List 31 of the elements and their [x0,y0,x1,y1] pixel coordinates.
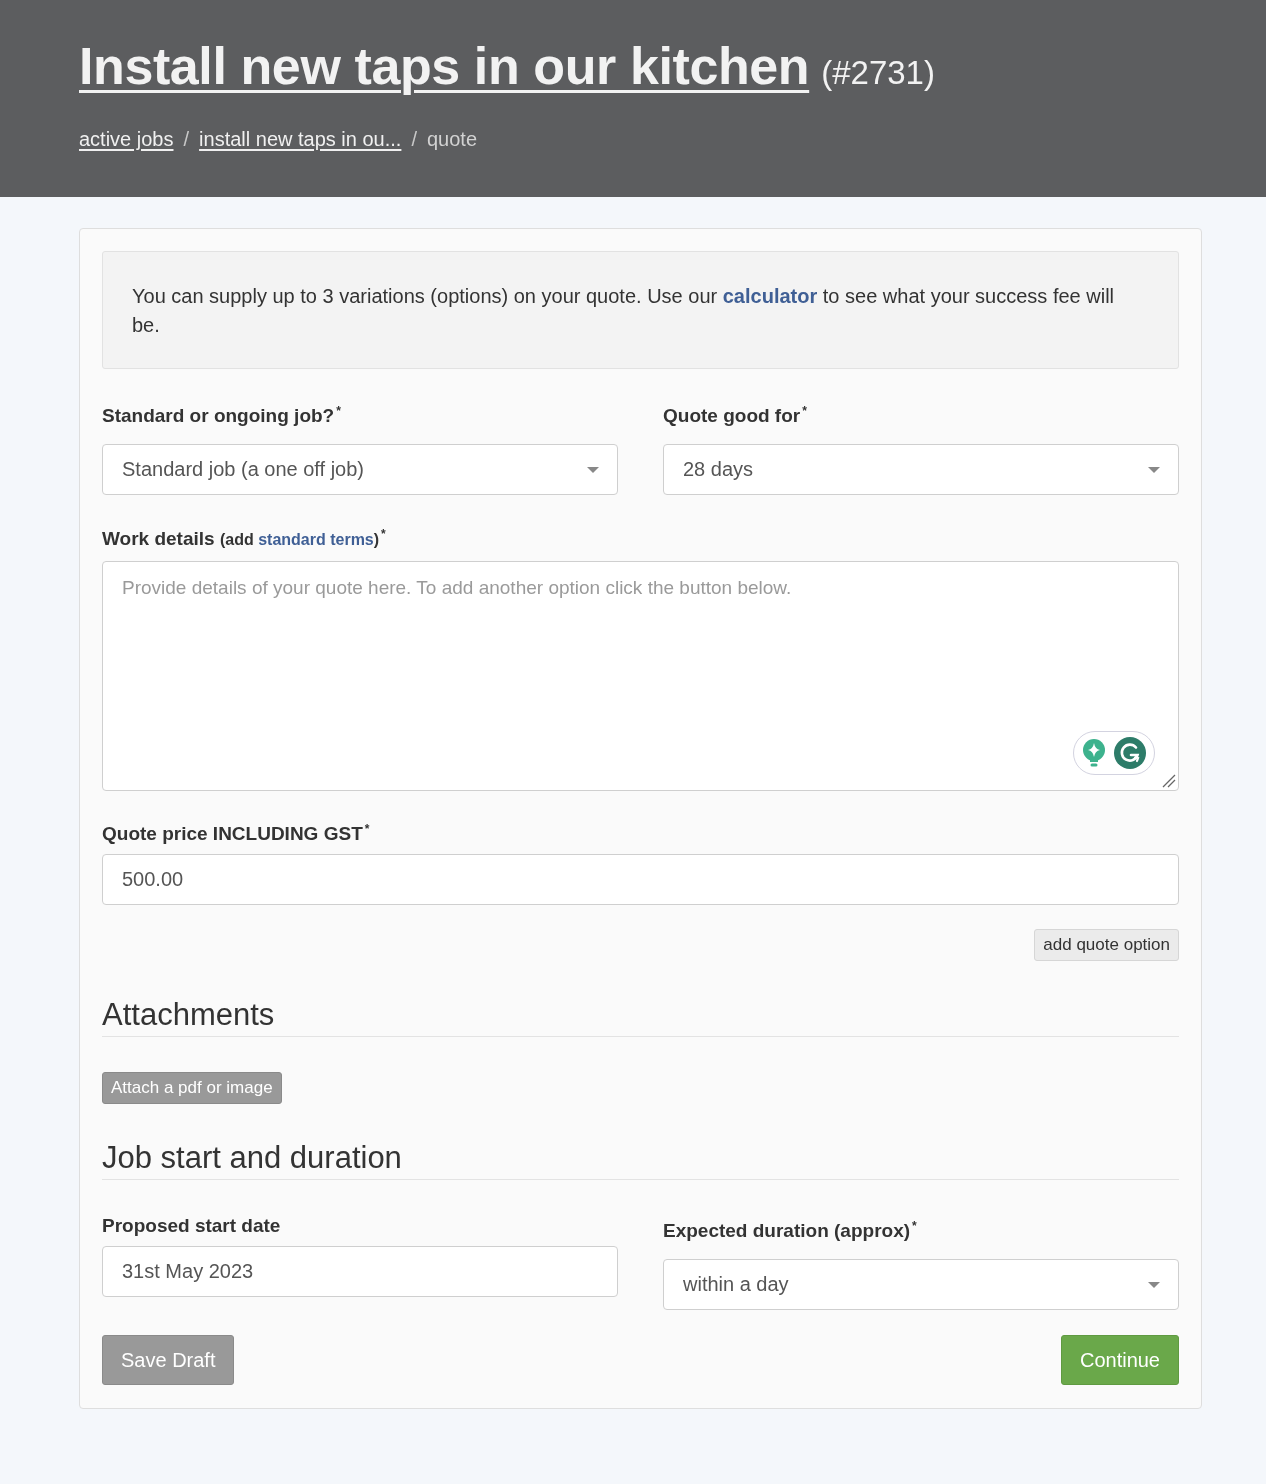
breadcrumb-separator: / [182,128,191,151]
lightbulb-icon[interactable] [1082,738,1106,767]
price-field[interactable]: 500.00 [102,854,1179,905]
job-number: (#2731) [821,54,935,92]
calculator-link[interactable]: calculator [722,285,818,307]
breadcrumb-link[interactable]: active jobs [79,128,174,151]
breadcrumb-current: quote [426,128,478,151]
field-label: Standard or ongoing job?$^{*}$ [102,403,342,429]
breadcrumb-separator: / [410,128,418,151]
resize-handle-icon[interactable] [1162,773,1176,788]
field-label: Expected duration (approx)$^{*}$ [663,1218,918,1244]
caret-icon [587,466,599,473]
notice-text: You can supply up to 3 variations (options) on your quote. Use our calculator to see what your success fee will be. [132,284,1116,338]
select-field[interactable]: Standard job (a one off job) [102,444,618,496]
g-logo-icon[interactable] [1114,736,1146,769]
field-label: Proposed start date [102,1214,282,1238]
standard-terms-link[interactable]: standard terms [258,531,374,549]
section-heading: Attachments [102,995,1179,1037]
section-heading: Job start and duration [102,1138,1179,1180]
select-field[interactable]: within a day [663,1259,1179,1311]
caret-icon [1148,466,1160,473]
breadcrumb-link[interactable]: install new taps in ou... [199,128,402,151]
date-field[interactable]: 31st May 2023 [102,1246,618,1297]
job-title-link[interactable]: Install new taps in our kitchen [79,34,810,98]
field-label: Work details (add standard terms)$^{*}$ [102,526,387,552]
caret-icon [1148,1281,1160,1288]
field-label: Quote good for$^{*}$ [663,403,808,429]
work-details-field[interactable]: Provide details of your quote here. To add another option click the button below. [102,560,1179,791]
add-option-button[interactable]: add quote option [1034,929,1179,961]
select-field[interactable]: 28 days [663,444,1179,496]
field-label: Quote price INCLUDING GST$^{*}$ [102,820,371,846]
